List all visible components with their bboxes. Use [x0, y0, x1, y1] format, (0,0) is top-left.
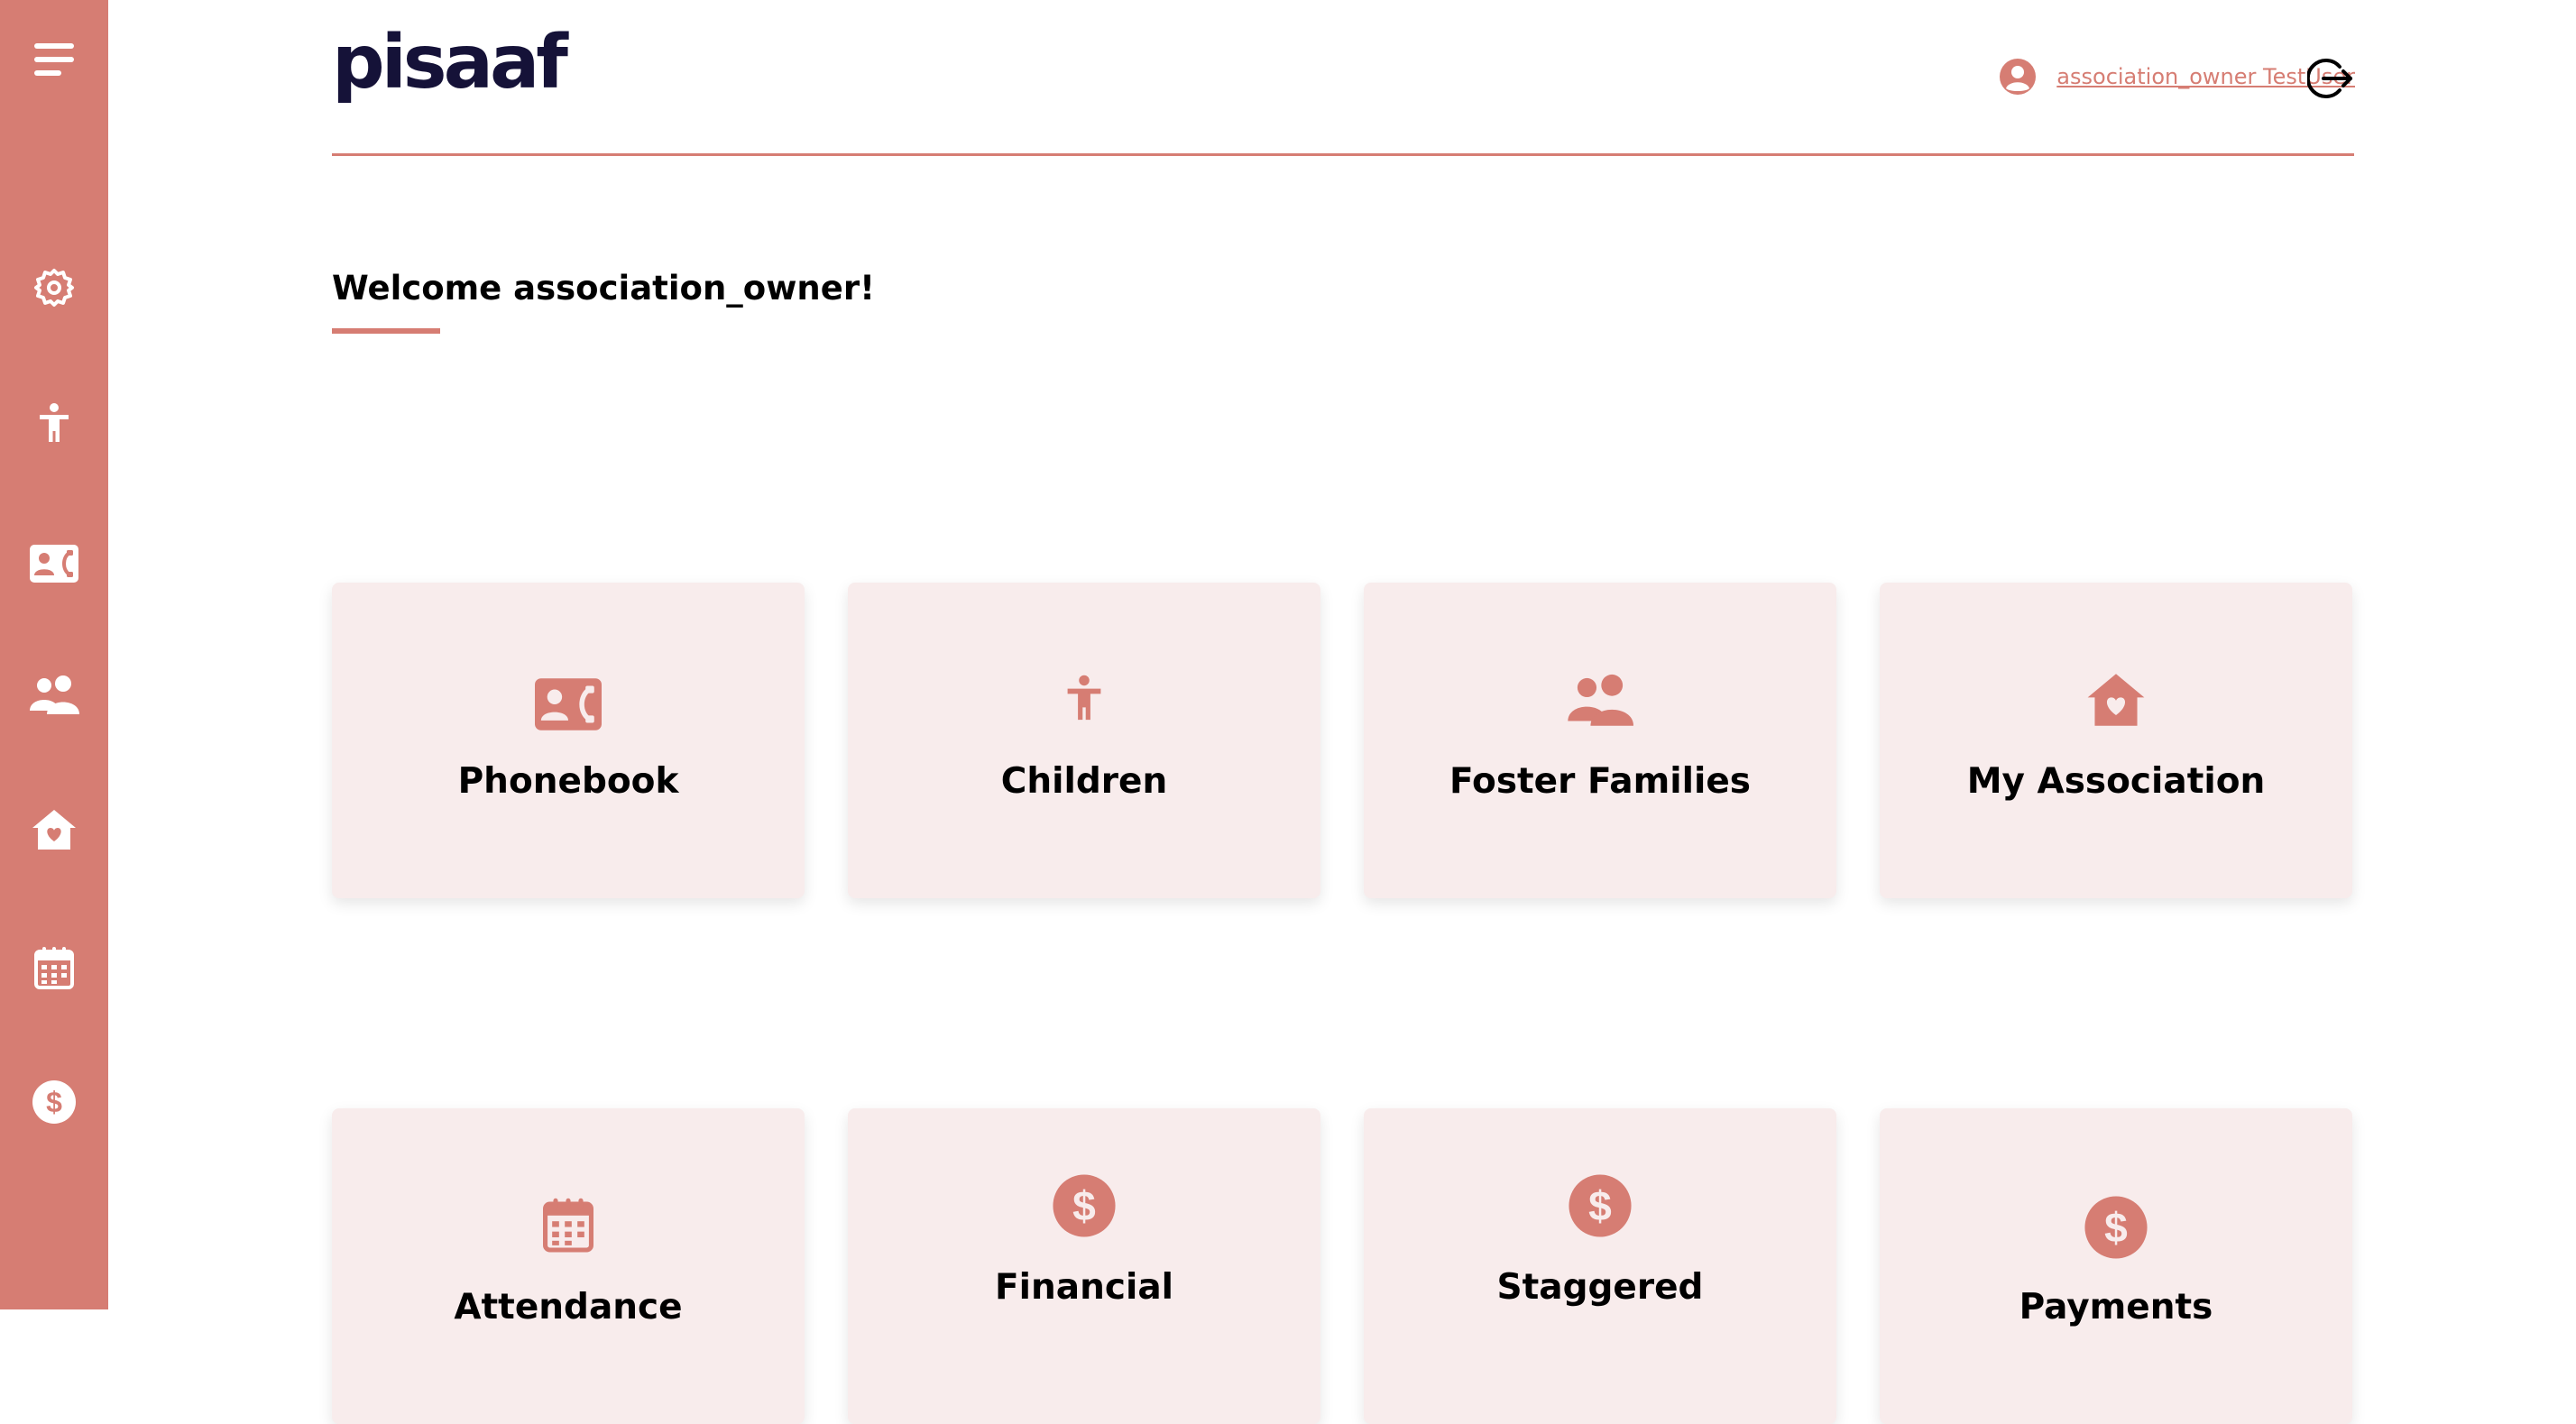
card-label: Foster Families: [1449, 761, 1752, 802]
user-menu: association_owner TestUser: [1999, 54, 2355, 99]
header-divider: [332, 153, 2354, 156]
dollar-circle-icon: $: [1569, 1174, 1632, 1237]
sidebar: $: [0, 0, 108, 1309]
gear-icon: [34, 269, 74, 307]
card-label: My Association: [1966, 761, 2266, 802]
house-heart-icon: [32, 810, 76, 850]
users-icon: [30, 675, 79, 714]
child-icon: [40, 403, 69, 442]
dollar-circle-icon: $: [1053, 1174, 1116, 1237]
card-foster-families[interactable]: Foster Families: [1364, 583, 1836, 898]
card-label: Staggered: [1496, 1267, 1704, 1308]
card-label: Financial: [994, 1267, 1174, 1308]
card-label: Attendance: [454, 1287, 683, 1328]
sidebar-menu-toggle[interactable]: [0, 19, 108, 100]
card-label: Phonebook: [457, 761, 679, 802]
card-financial[interactable]: $ Financial: [848, 1108, 1320, 1424]
dollar-circle-icon: $: [2084, 1196, 2148, 1259]
user-circle-icon: [2000, 59, 2037, 95]
svg-text:$: $: [1072, 1182, 1096, 1229]
card-label: Payments: [2019, 1287, 2213, 1328]
sidebar-item-phonebook[interactable]: [0, 523, 108, 604]
logout-icon[interactable]: [2307, 56, 2354, 101]
sidebar-item-my-association[interactable]: [0, 789, 108, 870]
contact-card-icon: [30, 545, 78, 583]
app-logo: pisaaf: [332, 20, 568, 106]
calendar-icon: [543, 1198, 593, 1253]
card-phonebook[interactable]: Phonebook: [332, 583, 805, 898]
sidebar-item-children[interactable]: [0, 382, 108, 464]
svg-text:$: $: [1588, 1182, 1612, 1229]
card-staggered[interactable]: $ Staggered: [1364, 1108, 1836, 1424]
dollar-circle-icon: $: [32, 1080, 76, 1124]
calendar-icon: [34, 947, 74, 989]
card-attendance[interactable]: Attendance: [332, 1108, 805, 1424]
hamburger-menu-icon: [34, 43, 74, 76]
sidebar-item-settings[interactable]: [0, 247, 108, 328]
users-icon: [1568, 674, 1633, 726]
house-heart-icon: [2087, 674, 2145, 726]
svg-text:$: $: [46, 1086, 62, 1118]
card-label: Children: [1000, 761, 1168, 802]
child-icon: [1067, 675, 1101, 721]
card-my-association[interactable]: My Association: [1880, 583, 2352, 898]
title-underline: [332, 328, 440, 334]
card-children[interactable]: Children: [848, 583, 1320, 898]
svg-text:$: $: [2104, 1204, 2128, 1251]
sidebar-item-foster-families[interactable]: [0, 655, 108, 736]
sidebar-item-attendance[interactable]: [0, 927, 108, 1008]
card-payments[interactable]: $ Payments: [1880, 1108, 2352, 1424]
sidebar-item-financial[interactable]: $: [0, 1061, 108, 1143]
contact-card-icon: [535, 678, 602, 730]
page-title: Welcome association_owner!: [332, 269, 875, 308]
